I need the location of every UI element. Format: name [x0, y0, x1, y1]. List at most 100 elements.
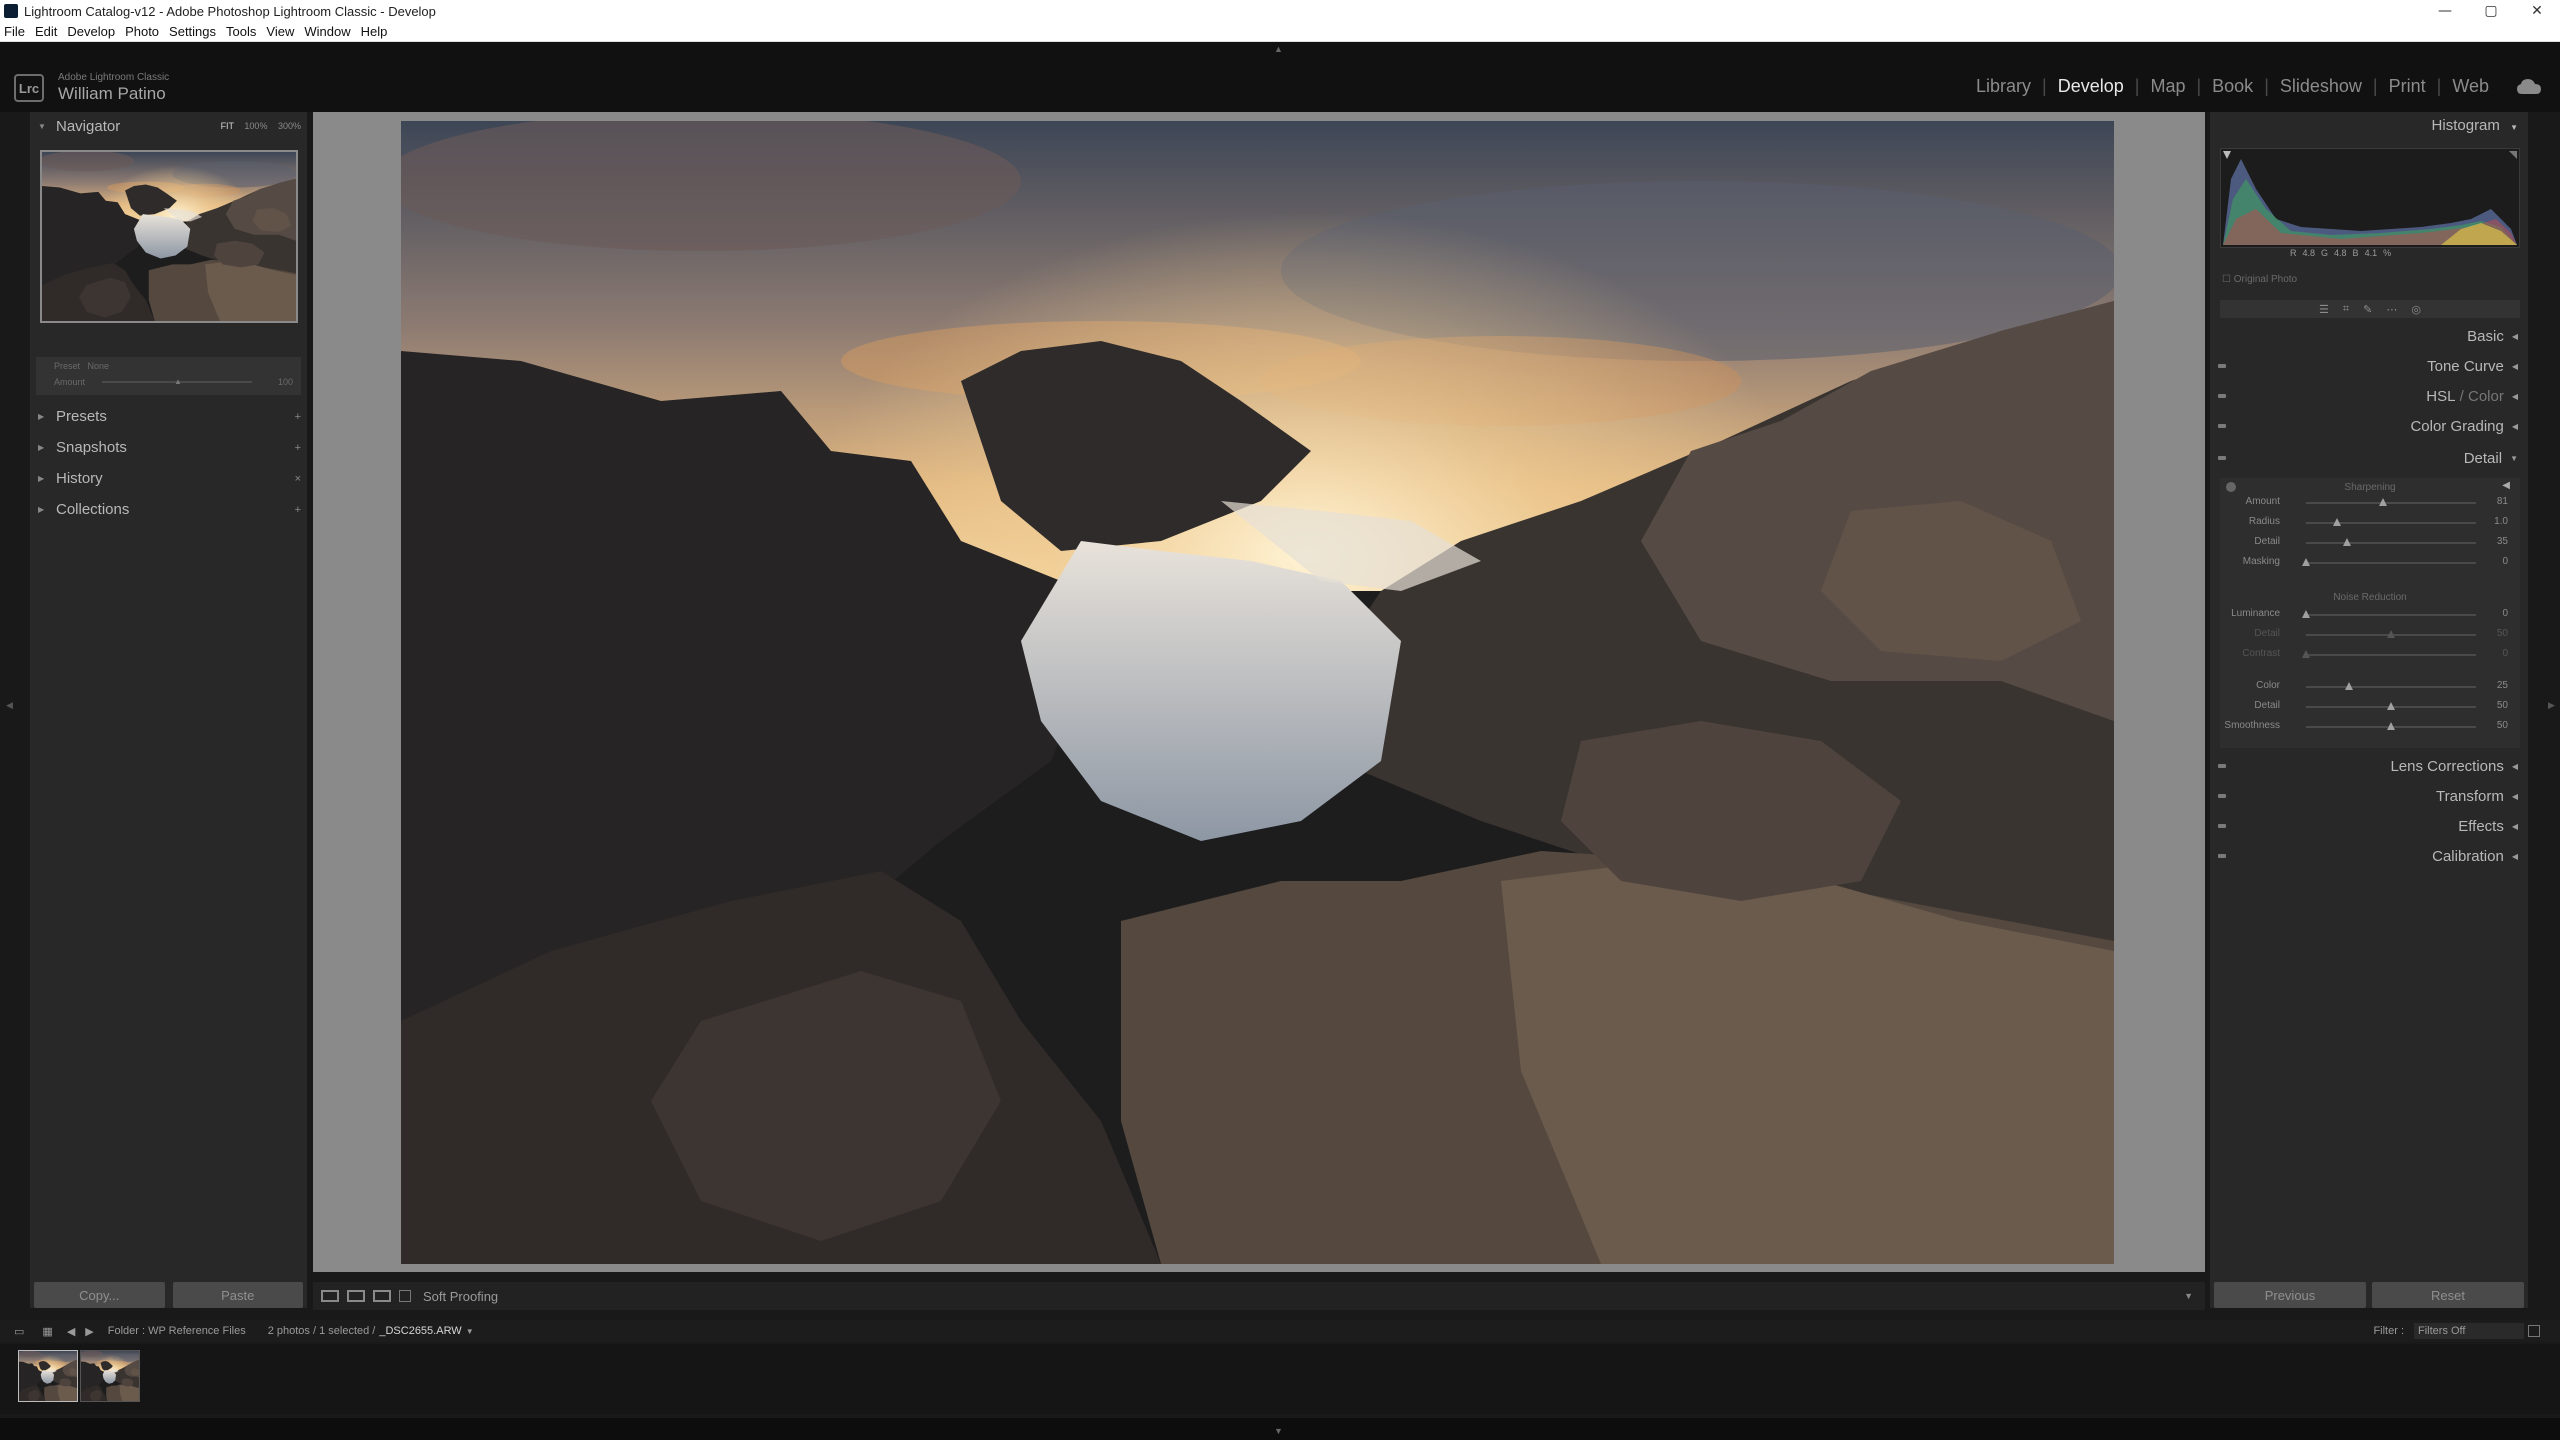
filmstrip-toggle-icon[interactable]: ▼ [1274, 1426, 1283, 1436]
snapshots-header[interactable]: ▶ Snapshots + [30, 432, 307, 463]
menu-settings[interactable]: Settings [169, 24, 216, 39]
presets-header[interactable]: ▶ Presets + [30, 401, 307, 432]
menu-window[interactable]: Window [304, 24, 350, 39]
slider-knob-icon[interactable] [2302, 558, 2310, 566]
noise-reduction-slider-track[interactable] [2306, 682, 2476, 690]
grid-view-icon[interactable]: ▦ [42, 1325, 52, 1338]
red-eye-icon[interactable]: ⋯ [2386, 303, 2397, 316]
zoom-fit[interactable]: FIT [221, 121, 234, 131]
basic-header[interactable]: Basic ◀ [2467, 328, 2518, 345]
module-map[interactable]: Map [2139, 76, 2196, 97]
folder-path[interactable]: Folder : WP Reference Files [108, 1325, 246, 1337]
navigator-header[interactable]: ▼ Navigator FIT 100% 300% [30, 112, 307, 140]
previous-arrow-icon[interactable]: ◀ [67, 1325, 75, 1338]
noise-reduction-slider-row[interactable]: Smoothness 50 [2220, 720, 2520, 732]
filter-select[interactable]: Filters Off [2414, 1323, 2524, 1339]
lens-corrections-toggle[interactable] [2218, 764, 2226, 768]
maximize-button[interactable]: ▢ [2468, 3, 2514, 19]
menu-file[interactable]: File [4, 24, 25, 39]
sharpening-slider-value[interactable]: 81 [2497, 496, 2508, 507]
healing-icon[interactable]: ✎ [2363, 303, 2372, 316]
add-snapshot-icon[interactable]: + [295, 442, 301, 454]
right-panel-toggle-icon[interactable]: ▶ [2548, 700, 2555, 711]
module-library[interactable]: Library [1965, 76, 2042, 97]
effects-header[interactable]: Effects ◀ [2458, 818, 2518, 835]
before-after-view-icon[interactable] [347, 1290, 365, 1302]
secondary-window-icon[interactable]: ▭ [14, 1325, 24, 1338]
masking-icon[interactable]: ◎ [2411, 303, 2421, 316]
filter-lock-icon[interactable] [2528, 1325, 2540, 1337]
noise-reduction-slider-row[interactable]: Contrast 0 [2220, 648, 2520, 660]
slider-knob-icon[interactable] [2387, 702, 2395, 710]
sharpening-slider-track[interactable] [2306, 498, 2476, 506]
navigator-preview[interactable] [39, 150, 298, 323]
crop-icon[interactable]: ⌗ [2343, 303, 2349, 316]
menu-develop[interactable]: Develop [67, 24, 115, 39]
menu-edit[interactable]: Edit [35, 24, 57, 39]
sharpening-slider-track[interactable] [2306, 518, 2476, 526]
add-preset-icon[interactable]: + [295, 411, 301, 423]
sharpening-slider-row[interactable]: Masking 0 [2220, 556, 2520, 568]
left-panel-toggle-icon[interactable]: ◀ [6, 700, 13, 711]
filmstrip-thumbnail[interactable] [18, 1350, 78, 1402]
top-panel-toggle-icon[interactable]: ▲ [1274, 44, 1283, 54]
noise-reduction-slider-row[interactable]: Detail 50 [2220, 628, 2520, 640]
slider-knob-icon[interactable] [2344, 682, 2353, 690]
module-book[interactable]: Book [2201, 76, 2264, 97]
slider-knob-icon[interactable]: ▲ [174, 377, 182, 386]
tone-curve-header[interactable]: Tone Curve ◀ [2427, 358, 2518, 375]
transform-toggle[interactable] [2218, 794, 2226, 798]
noise-reduction-slider-track[interactable] [2306, 722, 2476, 730]
reset-button[interactable]: Reset [2372, 1282, 2524, 1308]
original-photo-checkbox[interactable]: ☐ Original Photo [2222, 274, 2297, 285]
histogram-header[interactable]: Histogram ▼ [2210, 112, 2528, 140]
noise-reduction-slider-value[interactable]: 50 [2497, 720, 2508, 731]
sharpening-slider-row[interactable]: Detail 35 [2220, 536, 2520, 548]
hsl-toggle[interactable] [2218, 394, 2226, 398]
paste-button[interactable]: Paste [172, 1282, 303, 1308]
before-after-split-icon[interactable] [373, 1290, 391, 1302]
sharpening-slider-value[interactable]: 1.0 [2494, 516, 2508, 527]
noise-reduction-slider-value[interactable]: 50 [2497, 700, 2508, 711]
color-grading-toggle[interactable] [2218, 424, 2226, 428]
noise-reduction-slider-value[interactable]: 0 [2502, 648, 2508, 659]
loupe-view-icon[interactable] [321, 1290, 339, 1302]
calibration-toggle[interactable] [2218, 854, 2226, 858]
module-web[interactable]: Web [2441, 76, 2500, 97]
noise-reduction-slider-value[interactable]: 0 [2502, 608, 2508, 619]
slider-knob-icon[interactable] [2342, 538, 2351, 546]
transform-header[interactable]: Transform ◀ [2436, 788, 2518, 805]
sharpening-slider-row[interactable]: Amount 81 [2220, 496, 2520, 508]
tone-curve-toggle[interactable] [2218, 364, 2226, 368]
module-print[interactable]: Print [2378, 76, 2437, 97]
main-photo[interactable] [401, 121, 2114, 1264]
selected-filename[interactable]: _DSC2655.ARW [379, 1325, 461, 1337]
slider-knob-icon[interactable] [2302, 610, 2310, 618]
loupe-view[interactable] [313, 112, 2205, 1272]
menu-tools[interactable]: Tools [226, 24, 256, 39]
slider-knob-icon[interactable] [2378, 498, 2387, 506]
color-grading-header[interactable]: Color Grading ◀ [2410, 418, 2518, 435]
noise-reduction-slider-row[interactable]: Color 25 [2220, 680, 2520, 692]
noise-reduction-slider-value[interactable]: 25 [2497, 680, 2508, 691]
collections-header[interactable]: ▶ Collections + [30, 494, 307, 525]
sharpening-slider-value[interactable]: 35 [2497, 536, 2508, 547]
noise-reduction-slider-track[interactable] [2306, 702, 2476, 710]
noise-reduction-slider-row[interactable]: Detail 50 [2220, 700, 2520, 712]
zoom-100[interactable]: 100% [244, 121, 267, 131]
close-button[interactable]: ✕ [2514, 3, 2560, 19]
filmstrip-thumbnail[interactable] [80, 1350, 140, 1402]
hsl-color-header[interactable]: HSL / Color ◀ [2426, 388, 2518, 405]
toolbar-chevron-down-icon[interactable]: ▼ [2184, 1291, 2193, 1301]
effects-toggle[interactable] [2218, 824, 2226, 828]
slider-knob-icon[interactable] [2332, 518, 2341, 526]
noise-reduction-slider-track[interactable] [2302, 610, 2476, 618]
detail-toggle[interactable] [2218, 456, 2226, 460]
slider-knob-icon[interactable] [2387, 630, 2395, 638]
sharpening-slider-row[interactable]: Radius 1.0 [2220, 516, 2520, 528]
history-header[interactable]: ▶ History × [30, 463, 307, 494]
cloud-sync-icon[interactable] [2516, 78, 2542, 96]
slider-knob-icon[interactable] [2302, 650, 2310, 658]
sharpening-slider-track[interactable] [2306, 538, 2476, 546]
zoom-300[interactable]: 300% [278, 121, 301, 131]
